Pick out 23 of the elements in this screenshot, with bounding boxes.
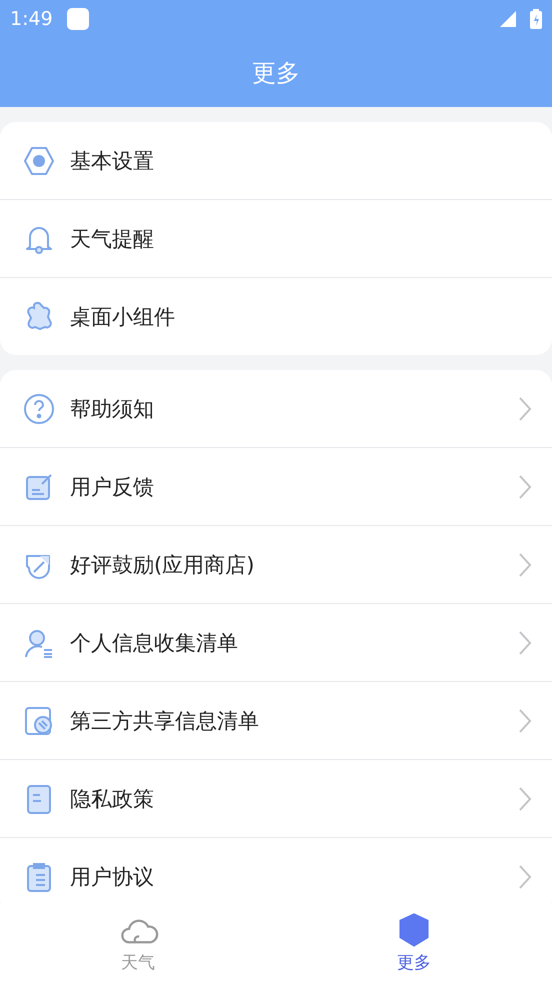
battery-icon <box>530 9 542 29</box>
chevron-right-icon <box>518 786 532 812</box>
chevron-right-icon <box>518 708 532 734</box>
chevron-right-icon <box>518 396 532 422</box>
menu-item[interactable]: 天气提醒 <box>0 199 552 277</box>
menu-item[interactable]: 桌面小组件 <box>0 277 552 355</box>
notification-icon <box>66 8 89 30</box>
chevron-right-icon <box>518 474 532 500</box>
chevron-right-icon <box>518 552 532 578</box>
menu-item[interactable]: 好评鼓励(应用商店) <box>0 525 552 603</box>
signal-icon <box>500 11 516 27</box>
chevron-right-icon <box>518 864 532 890</box>
menu-item[interactable]: 用户反馈 <box>0 447 552 525</box>
menu-item[interactable]: 帮助须知 <box>0 370 552 447</box>
menu-item[interactable]: 第三方共享信息清单 <box>0 681 552 759</box>
status-time: 1:49 <box>10 8 53 30</box>
menu-item[interactable]: 基本设置 <box>0 122 552 199</box>
chevron-right-icon <box>518 630 532 656</box>
help-icon <box>22 392 56 426</box>
page-title: 更多 <box>252 58 300 88</box>
menu-item[interactable]: 隐私政策 <box>0 759 552 837</box>
nav-tab[interactable]: 更多 <box>276 904 552 981</box>
menu-item[interactable]: 个人信息收集清单 <box>0 603 552 681</box>
